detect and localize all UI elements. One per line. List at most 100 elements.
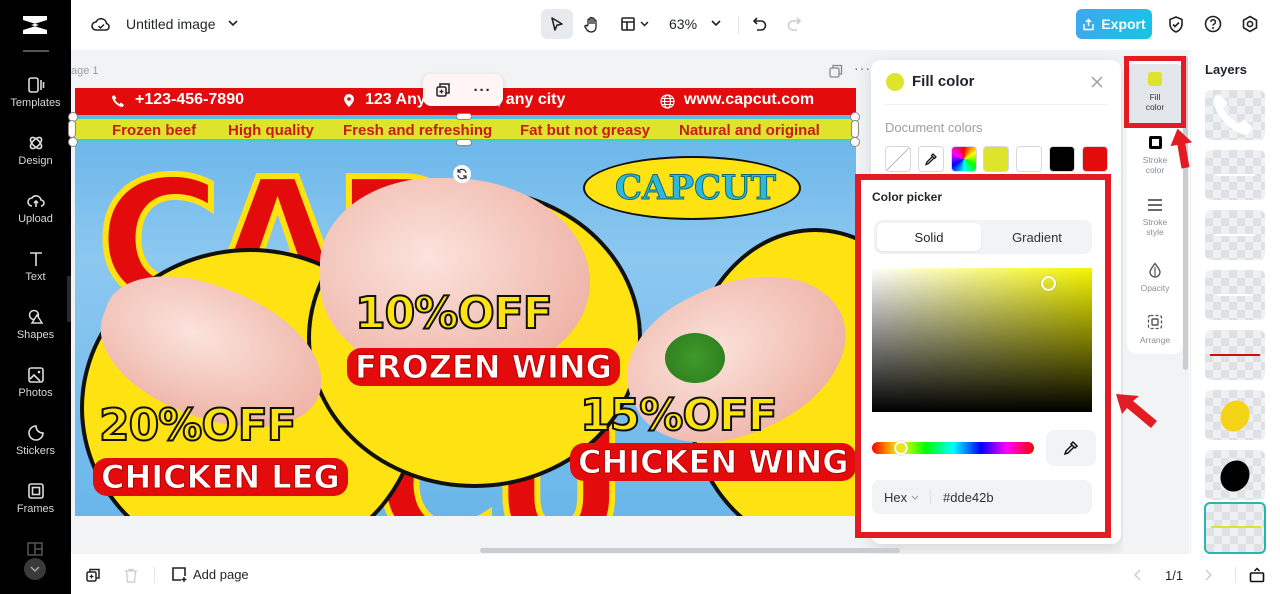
- stroke-color-icon: [1148, 136, 1162, 149]
- sidebar-item-shapes[interactable]: Shapes: [0, 308, 71, 341]
- cursor-icon: [551, 17, 563, 31]
- shapes-icon: [28, 309, 43, 324]
- deal-name: CHICKEN WING: [570, 443, 856, 482]
- resize-handle[interactable]: [851, 120, 859, 138]
- prev-page-icon[interactable]: [1134, 569, 1142, 581]
- select-tool-button[interactable]: [541, 9, 573, 39]
- color-format-select[interactable]: Hex: [884, 490, 907, 505]
- resize-handle[interactable]: [456, 113, 472, 120]
- layer-thumbnail-selected[interactable]: [1204, 502, 1266, 554]
- layers-panel: Layers: [1190, 50, 1280, 554]
- undo-icon[interactable]: [752, 16, 768, 32]
- chevron-down-icon: [911, 495, 919, 500]
- horizontal-scrollbar[interactable]: [480, 548, 900, 553]
- chevron-down-icon[interactable]: [711, 20, 721, 27]
- duplicate-page-icon[interactable]: [86, 568, 101, 583]
- duplicate-page-icon[interactable]: [829, 64, 843, 78]
- next-page-icon[interactable]: [1204, 569, 1212, 581]
- layer-thumbnail[interactable]: [1205, 390, 1265, 440]
- deal-discount: 10%OFF: [354, 287, 554, 340]
- swatch-black[interactable]: [1049, 146, 1075, 172]
- sidebar-item-upload[interactable]: Upload: [0, 192, 71, 225]
- sidebar-item-stickers[interactable]: Stickers: [0, 424, 71, 457]
- swatch-no-color[interactable]: [885, 146, 911, 172]
- sidebar-item-photos[interactable]: Photos: [0, 366, 71, 399]
- layout-icon: [620, 17, 635, 31]
- capcut-logo[interactable]: [20, 12, 50, 38]
- sidebar-item-text[interactable]: Text: [0, 250, 71, 283]
- left-sidebar: Templates Design Upload Text Shapes Phot…: [0, 0, 77, 594]
- swatch-yellow[interactable]: [983, 146, 1009, 172]
- resize-handle[interactable]: [68, 137, 78, 147]
- layer-thumbnail[interactable]: [1205, 270, 1265, 320]
- document-title[interactable]: Untitled image: [126, 16, 216, 32]
- tagline: Fat but not greasy: [520, 122, 651, 139]
- page-label: age 1: [71, 65, 99, 77]
- bottom-bar: Add page 1/1: [71, 554, 1280, 594]
- sidebar-item-label: Text: [25, 271, 46, 283]
- eyedropper-icon: [924, 153, 937, 166]
- color-cursor[interactable]: [1041, 276, 1056, 291]
- stroke-style-icon: [1148, 199, 1162, 211]
- design-canvas[interactable]: CAP CU CAPCUT 10%OFF FROZEN WING 20%OFF …: [75, 88, 856, 516]
- tagline: Natural and original: [679, 122, 820, 139]
- resize-handle[interactable]: [850, 137, 860, 147]
- sidebar-item-label: Stickers: [15, 445, 56, 457]
- hex-input[interactable]: #dde42b: [943, 490, 994, 505]
- tab-gradient[interactable]: Gradient: [985, 223, 1089, 251]
- hue-slider-thumb[interactable]: [894, 441, 908, 455]
- resize-handle[interactable]: [68, 120, 76, 138]
- swatch-red[interactable]: [1082, 146, 1108, 172]
- zoom-level[interactable]: 63%: [669, 16, 697, 32]
- saturation-value-area[interactable]: [872, 268, 1092, 412]
- phone-icon: [1214, 94, 1253, 135]
- duplicate-icon[interactable]: [435, 82, 451, 98]
- more-tools-button[interactable]: [24, 558, 46, 580]
- globe-icon: [660, 94, 675, 109]
- layout-dropdown-button[interactable]: [616, 9, 652, 39]
- sidebar-item-design[interactable]: Design: [0, 134, 71, 167]
- resize-handle[interactable]: [456, 139, 472, 146]
- cloud-sync-icon[interactable]: [91, 15, 111, 33]
- settings-icon[interactable]: [1241, 15, 1259, 33]
- layer-thumbnail[interactable]: [1205, 90, 1265, 140]
- layer-thumbnail[interactable]: [1205, 150, 1265, 200]
- redo-icon[interactable]: [786, 16, 802, 32]
- text-icon: [29, 252, 42, 266]
- eyedropper-icon: [1063, 440, 1079, 456]
- phone-icon: [112, 95, 124, 107]
- prop-stroke-style[interactable]: Stroke style: [1127, 198, 1183, 237]
- tab-solid[interactable]: Solid: [877, 223, 981, 251]
- swatch-eyedropper[interactable]: [918, 146, 944, 172]
- prop-label: Stroke color: [1142, 155, 1168, 175]
- sidebar-item-label: Upload: [18, 213, 53, 225]
- prop-arrange[interactable]: Arrange: [1127, 314, 1183, 345]
- page-more-icon[interactable]: ···: [854, 60, 871, 76]
- add-page-button[interactable]: Add page: [171, 566, 249, 582]
- shield-check-icon[interactable]: [1167, 15, 1185, 34]
- sidebar-item-frames[interactable]: Frames: [0, 482, 71, 515]
- help-icon[interactable]: [1204, 15, 1222, 33]
- chevron-down-icon[interactable]: [228, 20, 238, 27]
- delete-icon[interactable]: [124, 568, 138, 583]
- layer-thumbnail[interactable]: [1205, 450, 1265, 500]
- more-options-icon[interactable]: ···: [474, 82, 492, 99]
- layout-icon: [27, 542, 43, 556]
- parsley-garnish: [665, 333, 725, 383]
- swatch-white[interactable]: [1016, 146, 1042, 172]
- layer-thumbnail[interactable]: [1205, 330, 1265, 380]
- sidebar-item-templates[interactable]: Templates: [0, 76, 71, 109]
- eyedropper-button[interactable]: [1046, 430, 1096, 466]
- deal-discount: 20%OFF: [98, 399, 298, 452]
- export-button[interactable]: Export: [1076, 9, 1152, 39]
- rotate-handle[interactable]: [453, 165, 471, 183]
- layer-thumbnail[interactable]: [1205, 210, 1265, 260]
- close-icon[interactable]: [1090, 75, 1104, 89]
- page-manager-icon[interactable]: [1249, 567, 1265, 583]
- swatch-rainbow[interactable]: [951, 146, 977, 172]
- page-indicator: 1/1: [1165, 568, 1184, 583]
- document-colors-label: Document colors: [885, 120, 983, 135]
- prop-opacity[interactable]: Opacity: [1127, 262, 1183, 293]
- hand-tool-button[interactable]: [576, 9, 608, 39]
- tagline-bar-selected[interactable]: Frozen beef High quality Fresh and refre…: [75, 117, 856, 141]
